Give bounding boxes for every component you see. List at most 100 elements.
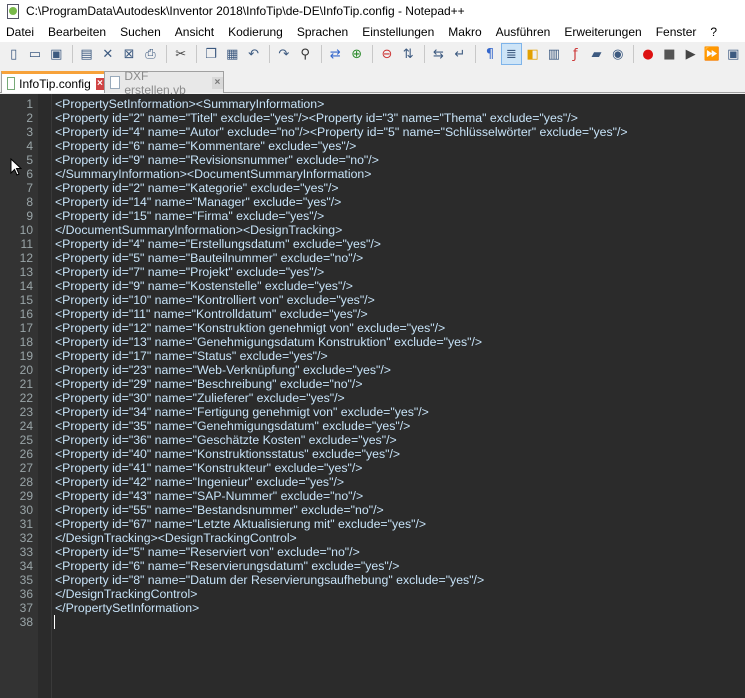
line-text: <Property id="13" name="Genehmigungsdatu… bbox=[55, 335, 483, 349]
editor-line[interactable]: 11 <Property id="4" name="Erstellungsdatu… bbox=[0, 237, 745, 251]
print-button[interactable]: ⎙ bbox=[141, 44, 160, 64]
menu-item[interactable]: Bearbeiten bbox=[41, 22, 113, 42]
new-file-button[interactable]: ▯ bbox=[4, 44, 23, 64]
editor-line[interactable]: 21 <Property id="29" name="Beschreibung" … bbox=[0, 377, 745, 391]
line-text: <Property id="41" name="Konstrukteur" ex… bbox=[55, 461, 363, 475]
monitoring-button[interactable]: ◉ bbox=[608, 44, 627, 64]
editor-line[interactable]: 2 <Property id="2" name="Titel" exclude="… bbox=[0, 111, 745, 125]
close-tab-icon[interactable]: × bbox=[95, 77, 104, 90]
editor-line[interactable]: 33 <Property id="5" name="Reserviert von"… bbox=[0, 545, 745, 559]
editor-line[interactable]: 27 <Property id="41" name="Konstrukteur" … bbox=[0, 461, 745, 475]
save-all-button[interactable]: ▤ bbox=[77, 44, 96, 64]
editor-line[interactable]: 35 <Property id="8" name="Datum der Reser… bbox=[0, 573, 745, 587]
editor-line[interactable]: 17 <Property id="12" name="Konstruktion g… bbox=[0, 321, 745, 335]
editor-line[interactable]: 23 <Property id="34" name="Fertigung gene… bbox=[0, 405, 745, 419]
text-editor[interactable]: 1 <PropertySetInformation><SummaryInforma… bbox=[0, 94, 745, 698]
editor-line[interactable]: 31 <Property id="67" name="Letzte Aktuali… bbox=[0, 517, 745, 531]
line-number: 23 bbox=[19, 405, 33, 419]
editor-line[interactable]: 28 <Property id="42" name="Ingenieur" exc… bbox=[0, 475, 745, 489]
toolbar-separator bbox=[71, 45, 73, 63]
menu-item[interactable]: Datei bbox=[0, 22, 41, 42]
editor-line[interactable]: 34 <Property id="6" name="Reservierungsda… bbox=[0, 559, 745, 573]
editor-line[interactable]: 22 <Property id="30" name="Zulieferer" ex… bbox=[0, 391, 745, 405]
sync-horizontal-button[interactable]: ⇆ bbox=[429, 44, 448, 64]
word-wrap-button[interactable]: ↵ bbox=[450, 44, 469, 64]
record-macro-button[interactable]: ● bbox=[638, 44, 657, 64]
editor-line[interactable]: 25 <Property id="36" name="Geschätzte Kos… bbox=[0, 433, 745, 447]
editor-line[interactable]: 5 <Property id="9" name="Revisionsnummer"… bbox=[0, 153, 745, 167]
folder-workspace-button[interactable]: ▰ bbox=[587, 44, 606, 64]
toolbar-separator bbox=[423, 45, 425, 63]
play-macro-button[interactable]: ▶ bbox=[681, 44, 700, 64]
editor-line[interactable]: 9 <Property id="15" name="Firma" exclude=… bbox=[0, 209, 745, 223]
menu-item[interactable]: Ansicht bbox=[168, 22, 221, 42]
cut-button[interactable]: ✂ bbox=[171, 44, 190, 64]
sync-vertical-button[interactable]: ⇅ bbox=[399, 44, 418, 64]
editor-line[interactable]: 6 </SummaryInformation><DocumentSummaryIn… bbox=[0, 167, 745, 181]
editor-line[interactable]: 38 bbox=[0, 615, 745, 629]
save-macro-button[interactable]: ▣ bbox=[724, 44, 743, 64]
line-number: 34 bbox=[19, 559, 33, 573]
copy-button[interactable]: ❐ bbox=[201, 44, 220, 64]
line-text: <Property id="2" name="Kategorie" exclud… bbox=[55, 181, 339, 195]
menu-item[interactable]: Sprachen bbox=[290, 22, 355, 42]
menu-item[interactable]: ? bbox=[703, 22, 724, 42]
editor-line[interactable]: 20 <Property id="23" name="Web-Verknüpfun… bbox=[0, 363, 745, 377]
editor-line[interactable]: 29 <Property id="43" name="SAP-Nummer" ex… bbox=[0, 489, 745, 503]
editor-line[interactable]: 16 <Property id="11" name="Kontrolldatum"… bbox=[0, 307, 745, 321]
close-tab-icon[interactable]: × bbox=[211, 76, 223, 89]
close-all-button[interactable]: ⊠ bbox=[119, 44, 138, 64]
open-file-button[interactable]: ▭ bbox=[25, 44, 44, 64]
editor-line[interactable]: 12 <Property id="5" name="Bauteilnummer" … bbox=[0, 251, 745, 265]
menu-item[interactable]: Suchen bbox=[113, 22, 168, 42]
replace-button[interactable]: ⇄ bbox=[326, 44, 345, 64]
menu-item[interactable]: Ausführen bbox=[489, 22, 558, 42]
copy-icon: ❐ bbox=[205, 46, 217, 62]
editor-line[interactable]: 24 <Property id="35" name="Genehmigungsda… bbox=[0, 419, 745, 433]
editor-line[interactable]: 4 <Property id="6" name="Kommentare" excl… bbox=[0, 139, 745, 153]
editor-line[interactable]: 3 <Property id="4" name="Autor" exclude="… bbox=[0, 125, 745, 139]
editor-line[interactable]: 19 <Property id="17" name="Status" exclud… bbox=[0, 349, 745, 363]
tab-infotip-config[interactable]: InfoTip.config × bbox=[1, 71, 105, 93]
menu-item[interactable]: Einstellungen bbox=[355, 22, 441, 42]
close-button[interactable]: ✕ bbox=[98, 44, 117, 64]
editor-line[interactable]: 26 <Property id="40" name="Konstruktionss… bbox=[0, 447, 745, 461]
user-language-button[interactable]: ◧ bbox=[523, 44, 542, 64]
menu-item[interactable]: Fenster bbox=[649, 22, 704, 42]
undo-button[interactable]: ↶ bbox=[244, 44, 263, 64]
editor-line[interactable]: 18 <Property id="13" name="Genehmigungsda… bbox=[0, 335, 745, 349]
save-button[interactable]: ▣ bbox=[47, 44, 66, 64]
redo-button[interactable]: ↷ bbox=[274, 44, 293, 64]
line-number: 2 bbox=[26, 111, 33, 125]
paste-icon: ▦ bbox=[226, 46, 239, 62]
zoom-out-button[interactable]: ⊖ bbox=[377, 44, 396, 64]
stop-record-button[interactable]: ■ bbox=[660, 44, 679, 64]
line-text: <Property id="10" name="Kontrolliert von… bbox=[55, 293, 375, 307]
function-list-button[interactable]: ƒ bbox=[566, 44, 585, 64]
run-macro-multiple-button[interactable]: ⏩ bbox=[702, 44, 721, 64]
editor-line[interactable]: 32 </DesignTracking><DesignTrackingContro… bbox=[0, 531, 745, 545]
editor-line[interactable]: 8 <Property id="14" name="Manager" exclud… bbox=[0, 195, 745, 209]
document-map-button[interactable]: ▥ bbox=[544, 44, 563, 64]
menu-item[interactable]: Erweiterungen bbox=[557, 22, 648, 42]
line-text: <Property id="9" name="Revisionsnummer" … bbox=[55, 153, 379, 167]
show-all-chars-button[interactable]: ¶ bbox=[480, 44, 499, 64]
editor-line[interactable]: 1 <PropertySetInformation><SummaryInforma… bbox=[0, 97, 745, 111]
editor-line[interactable]: 15 <Property id="10" name="Kontrolliert v… bbox=[0, 293, 745, 307]
editor-line[interactable]: 13 <Property id="7" name="Projekt" exclud… bbox=[0, 265, 745, 279]
paste-button[interactable]: ▦ bbox=[223, 44, 242, 64]
line-number: 3 bbox=[26, 125, 33, 139]
line-number: 13 bbox=[19, 265, 33, 279]
menu-item[interactable]: Makro bbox=[441, 22, 488, 42]
editor-line[interactable]: 36 </DesignTrackingControl> bbox=[0, 587, 745, 601]
indent-guide-button[interactable]: ≣ bbox=[500, 43, 522, 65]
find-button[interactable]: ⚲ bbox=[295, 44, 314, 64]
zoom-in-button[interactable]: ⊕ bbox=[347, 44, 366, 64]
editor-line[interactable]: 14 <Property id="9" name="Kostenstelle" e… bbox=[0, 279, 745, 293]
tab-dxf-erstellen[interactable]: DXF erstellen.vb × bbox=[104, 69, 224, 97]
editor-line[interactable]: 10 </DocumentSummaryInformation><DesignTr… bbox=[0, 223, 745, 237]
editor-line[interactable]: 7 <Property id="2" name="Kategorie" exclu… bbox=[0, 181, 745, 195]
menu-item[interactable]: Kodierung bbox=[221, 22, 290, 42]
editor-line[interactable]: 37 </PropertySetInformation> bbox=[0, 601, 745, 615]
editor-line[interactable]: 30 <Property id="55" name="Bestandsnummer… bbox=[0, 503, 745, 517]
